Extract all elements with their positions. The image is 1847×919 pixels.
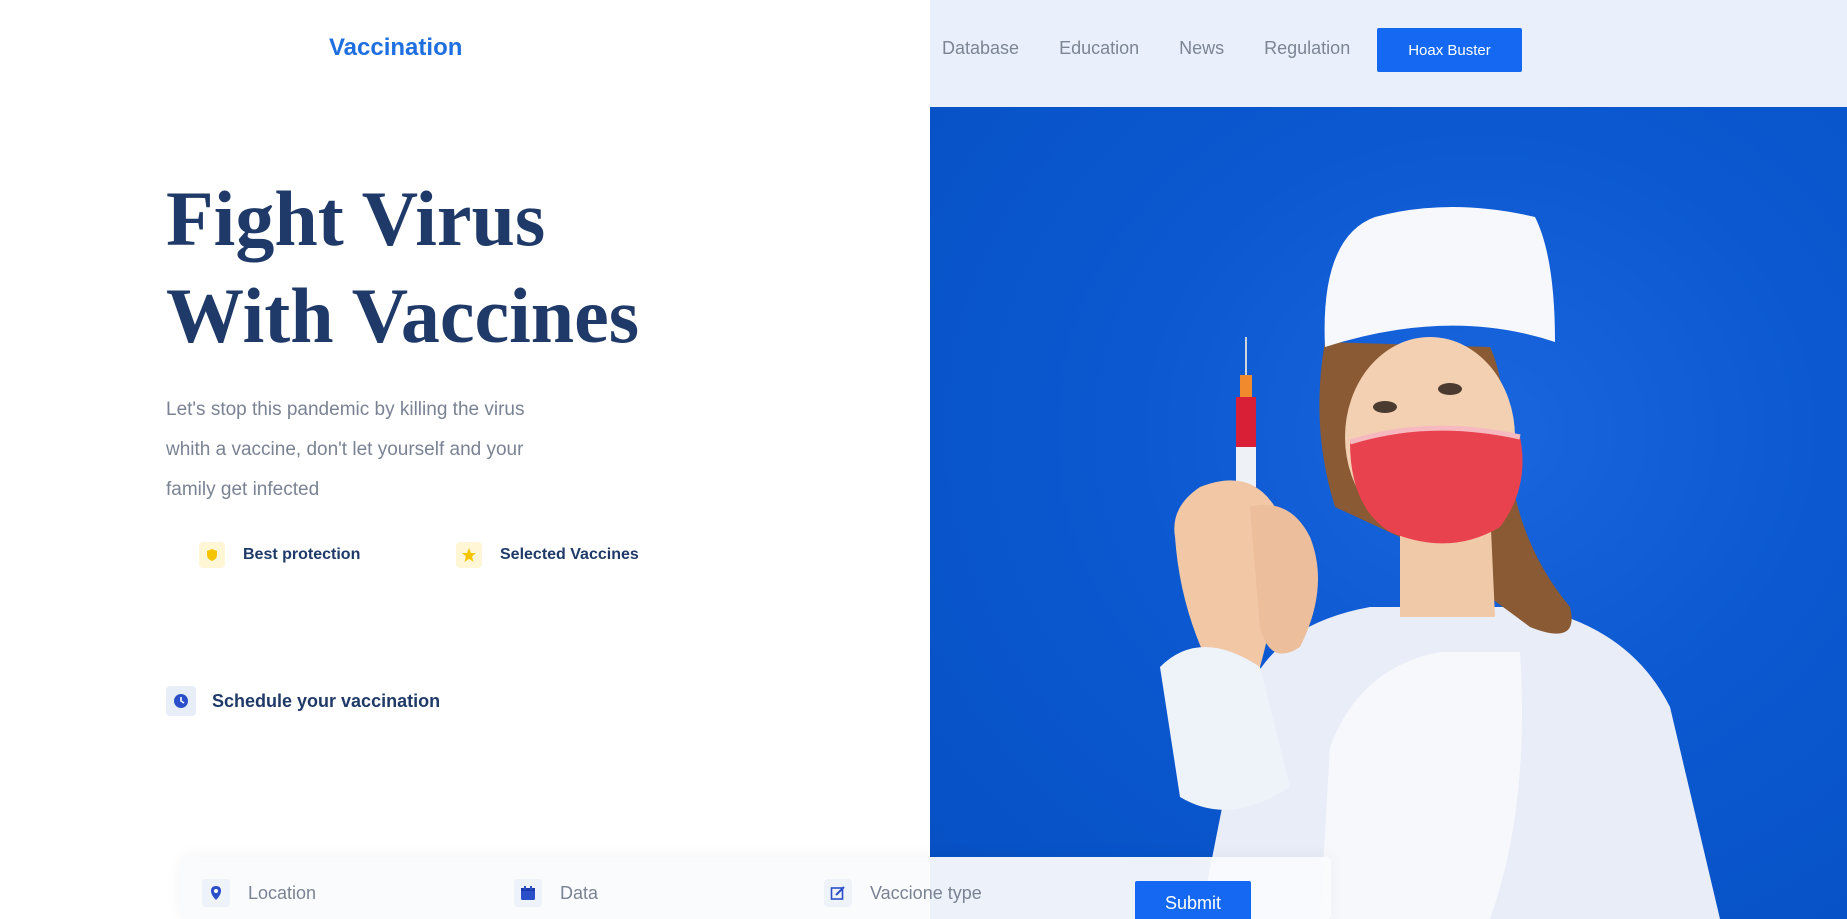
hero-title: Fight Virus With Vaccines — [166, 170, 639, 364]
brand-logo[interactable]: Vaccination — [329, 34, 462, 62]
feature-best-protection: Best protection — [199, 542, 360, 568]
edit-icon — [824, 879, 852, 907]
hero-subtitle-line-2: whith a vaccine, don't let yourself and … — [166, 439, 524, 460]
hoax-buster-button[interactable]: Hoax Buster — [1377, 28, 1522, 72]
hero-subtitle-line-1: Let's stop this pandemic by killing the … — [166, 399, 525, 420]
nav-education[interactable]: Education — [1059, 38, 1139, 59]
location-placeholder[interactable]: Location — [248, 883, 316, 904]
date-field[interactable]: Data — [514, 879, 598, 907]
hero-subtitle-line-3: family get infected — [166, 479, 320, 500]
shield-icon — [199, 542, 225, 568]
location-field[interactable]: Location — [202, 879, 316, 907]
date-placeholder[interactable]: Data — [560, 883, 598, 904]
main-nav: Database Education News Regulation — [942, 38, 1390, 59]
nav-regulation[interactable]: Regulation — [1264, 38, 1350, 59]
vaccine-type-placeholder[interactable]: Vaccione type — [870, 883, 982, 904]
feature-label: Best protection — [243, 546, 361, 563]
hero-title-line-2: With Vaccines — [166, 272, 640, 359]
star-icon — [456, 542, 482, 568]
nav-news[interactable]: News — [1179, 38, 1224, 59]
submit-button[interactable]: Submit — [1135, 881, 1251, 919]
feature-label: Selected Vaccines — [500, 546, 639, 563]
location-pin-icon — [202, 879, 230, 907]
hero-image — [930, 107, 1847, 919]
nav-database[interactable]: Database — [942, 38, 1019, 59]
schedule-heading: Schedule your vaccination — [166, 686, 440, 716]
clock-icon — [166, 686, 196, 716]
schedule-form: Location Data Vaccione type Submit — [181, 857, 1331, 919]
vaccine-type-field[interactable]: Vaccione type — [824, 879, 982, 907]
hero-subtitle: Let's stop this pandemic by killing the … — [166, 390, 586, 510]
calendar-icon — [514, 879, 542, 907]
nurse-with-syringe-illustration — [1160, 207, 1720, 919]
schedule-label: Schedule your vaccination — [212, 690, 441, 711]
hero-title-line-1: Fight Virus — [166, 175, 546, 262]
feature-selected-vaccines: Selected Vaccines — [456, 542, 639, 568]
